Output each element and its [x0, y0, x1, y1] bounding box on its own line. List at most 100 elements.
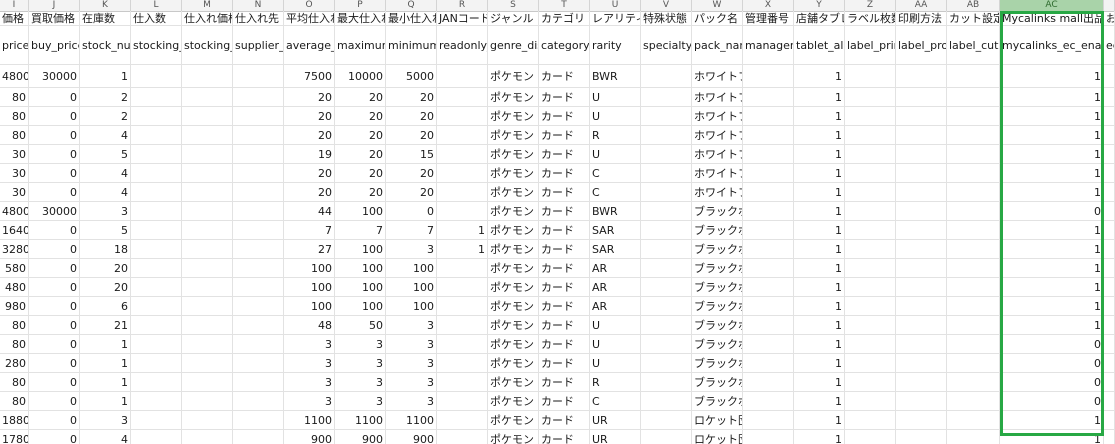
table-cell[interactable] [233, 373, 284, 392]
column-letter[interactable]: AB [947, 0, 1000, 11]
table-cell[interactable] [743, 88, 794, 107]
table-cell[interactable]: 4 [80, 126, 131, 145]
table-cell[interactable] [845, 278, 896, 297]
table-cell[interactable] [947, 373, 1000, 392]
table-cell[interactable]: 1 [794, 221, 845, 240]
table-cell[interactable] [641, 297, 692, 316]
table-cell[interactable]: 1 [437, 221, 488, 240]
table-cell[interactable] [233, 297, 284, 316]
table-cell[interactable] [947, 259, 1000, 278]
table-cell[interactable]: 3 [386, 392, 437, 411]
table-cell[interactable] [896, 88, 947, 107]
table-cell[interactable]: 1 [1000, 221, 1104, 240]
table-cell[interactable] [1104, 259, 1115, 278]
table-cell[interactable]: 1 [794, 335, 845, 354]
table-cell[interactable] [641, 354, 692, 373]
table-cell[interactable] [845, 259, 896, 278]
table-cell[interactable]: BWR [590, 202, 641, 221]
table-cell[interactable]: 0 [29, 430, 80, 444]
table-cell[interactable] [743, 221, 794, 240]
table-cell[interactable]: ポケモン [488, 107, 539, 126]
header-cell-ja[interactable]: 仕入れ先 [233, 11, 284, 26]
table-cell[interactable]: 3 [335, 354, 386, 373]
table-cell[interactable]: ポケモン [488, 335, 539, 354]
table-cell[interactable]: 5000 [386, 65, 437, 88]
table-cell[interactable]: 1 [1000, 278, 1104, 297]
table-cell[interactable]: カード [539, 145, 590, 164]
table-cell[interactable] [896, 183, 947, 202]
table-cell[interactable]: 20 [386, 88, 437, 107]
table-cell[interactable] [845, 373, 896, 392]
table-cell[interactable] [845, 202, 896, 221]
table-cell[interactable]: 1 [1000, 107, 1104, 126]
table-cell[interactable]: 0 [29, 411, 80, 430]
table-cell[interactable]: UR [590, 411, 641, 430]
table-cell[interactable]: ポケモン [488, 88, 539, 107]
table-cell[interactable]: 1 [1000, 88, 1104, 107]
column-letter[interactable]: AA [896, 0, 947, 11]
table-cell[interactable] [947, 88, 1000, 107]
table-cell[interactable]: 20 [80, 259, 131, 278]
table-cell[interactable]: ブラックボルト [692, 259, 743, 278]
header-cell-ja[interactable]: 管理番号 [743, 11, 794, 26]
table-cell[interactable]: AR [590, 297, 641, 316]
table-cell[interactable]: 3 [335, 392, 386, 411]
table-cell[interactable] [1104, 316, 1115, 335]
table-cell[interactable] [1104, 278, 1115, 297]
table-cell[interactable] [947, 126, 1000, 145]
table-cell[interactable] [845, 240, 896, 259]
table-cell[interactable]: 3 [386, 316, 437, 335]
table-cell[interactable]: 30 [0, 164, 29, 183]
table-cell[interactable]: 20 [335, 126, 386, 145]
table-cell[interactable]: ポケモン [488, 316, 539, 335]
table-cell[interactable] [437, 354, 488, 373]
table-cell[interactable]: AR [590, 278, 641, 297]
table-cell[interactable]: 0 [1000, 354, 1104, 373]
table-cell[interactable]: ホワイトフレア [692, 126, 743, 145]
table-cell[interactable]: 0 [1000, 392, 1104, 411]
table-cell[interactable]: 1 [437, 240, 488, 259]
table-cell[interactable] [233, 354, 284, 373]
table-cell[interactable] [131, 316, 182, 335]
table-cell[interactable] [131, 373, 182, 392]
table-cell[interactable]: 1 [1000, 65, 1104, 88]
table-cell[interactable] [743, 183, 794, 202]
table-cell[interactable]: 1 [794, 278, 845, 297]
table-cell[interactable]: カード [539, 335, 590, 354]
table-cell[interactable]: 100 [284, 278, 335, 297]
header-cell-ja[interactable]: カテゴリ [539, 11, 590, 26]
table-cell[interactable]: 3 [284, 373, 335, 392]
table-cell[interactable] [233, 126, 284, 145]
table-cell[interactable] [947, 392, 1000, 411]
table-cell[interactable]: カード [539, 278, 590, 297]
table-cell[interactable]: 7 [386, 221, 437, 240]
table-cell[interactable] [233, 65, 284, 88]
table-cell[interactable] [131, 430, 182, 444]
table-cell[interactable] [743, 126, 794, 145]
table-cell[interactable]: R [590, 126, 641, 145]
table-cell[interactable] [233, 240, 284, 259]
table-cell[interactable]: 100 [335, 240, 386, 259]
table-cell[interactable]: 1780 [0, 430, 29, 444]
table-cell[interactable] [437, 164, 488, 183]
table-cell[interactable]: 1 [1000, 430, 1104, 444]
table-cell[interactable] [182, 335, 233, 354]
table-cell[interactable] [1104, 164, 1115, 183]
table-cell[interactable]: ポケモン [488, 202, 539, 221]
table-cell[interactable] [1104, 107, 1115, 126]
table-cell[interactable] [641, 164, 692, 183]
table-cell[interactable]: UR [590, 430, 641, 444]
table-cell[interactable]: 1 [1000, 411, 1104, 430]
table-cell[interactable]: 480 [0, 278, 29, 297]
table-cell[interactable] [845, 145, 896, 164]
table-cell[interactable] [641, 259, 692, 278]
table-cell[interactable] [896, 65, 947, 88]
table-cell[interactable]: カード [539, 297, 590, 316]
table-cell[interactable] [641, 316, 692, 335]
table-cell[interactable]: ブラックボルト [692, 221, 743, 240]
table-cell[interactable]: 1 [1000, 259, 1104, 278]
header-cell-en[interactable]: price [0, 26, 29, 65]
table-cell[interactable] [182, 65, 233, 88]
table-cell[interactable] [233, 316, 284, 335]
header-cell-en[interactable]: rarity [590, 26, 641, 65]
